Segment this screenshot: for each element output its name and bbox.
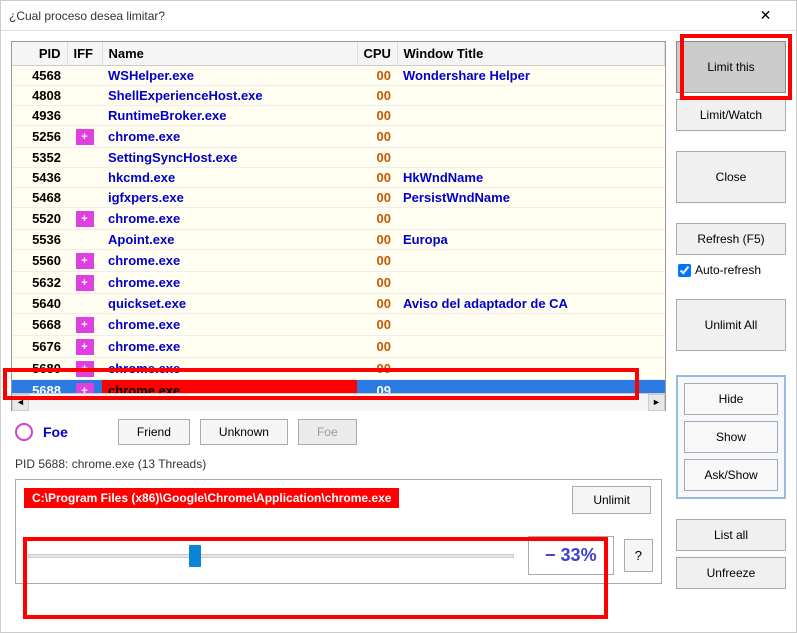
detail-panel: C:\Program Files (x86)\Google\Chrome\App… <box>15 479 662 584</box>
titlebar: ¿Cual proceso desea limitar? ✕ <box>1 1 796 31</box>
iff-plus-icon: + <box>76 339 94 355</box>
table-row[interactable]: 5256+chrome.exe00 <box>12 126 665 148</box>
limit-this-button[interactable]: Limit this <box>676 41 786 93</box>
table-row[interactable]: 4936RuntimeBroker.exe00 <box>12 106 665 126</box>
list-all-button[interactable]: List all <box>676 519 786 551</box>
help-button[interactable]: ? <box>624 539 653 572</box>
foe-indicator-icon <box>15 423 33 441</box>
iff-plus-icon: + <box>76 275 94 291</box>
table-row[interactable]: 5468igfxpers.exe00PersistWndName <box>12 188 665 208</box>
table-row[interactable]: 4568WSHelper.exe00Wondershare Helper <box>12 66 665 86</box>
window-title: ¿Cual proceso desea limitar? <box>9 9 743 23</box>
close-button[interactable]: Close <box>676 151 786 203</box>
close-icon[interactable]: ✕ <box>743 2 788 30</box>
unlimit-all-button[interactable]: Unlimit All <box>676 299 786 351</box>
limit-percent: − 33% <box>528 536 614 575</box>
table-row[interactable]: 5536Apoint.exe00Europa <box>12 230 665 250</box>
table-row[interactable]: 5560+chrome.exe00 <box>12 250 665 272</box>
table-row[interactable]: 5688+chrome.exe09 <box>12 380 665 394</box>
iff-plus-icon: + <box>76 383 94 393</box>
process-table: PID IFF Name CPU Window Title 4568WSHelp… <box>11 41 666 411</box>
unfreeze-button[interactable]: Unfreeze <box>676 557 786 589</box>
slider-thumb[interactable] <box>189 545 201 567</box>
iff-plus-icon: + <box>76 361 94 377</box>
table-row[interactable]: 5676+chrome.exe00 <box>12 336 665 358</box>
auto-refresh-checkbox[interactable]: Auto-refresh <box>676 261 786 279</box>
iff-plus-icon: + <box>76 129 94 145</box>
col-wtitle[interactable]: Window Title <box>397 42 665 66</box>
table-row[interactable]: 5668+chrome.exe00 <box>12 314 665 336</box>
refresh-button[interactable]: Refresh (F5) <box>676 223 786 255</box>
horizontal-scrollbar[interactable]: ◄ ► <box>12 393 665 410</box>
iff-plus-icon: + <box>76 211 94 227</box>
process-path: C:\Program Files (x86)\Google\Chrome\App… <box>24 488 399 508</box>
hide-button[interactable]: Hide <box>684 383 778 415</box>
scroll-left-icon[interactable]: ◄ <box>12 394 29 411</box>
col-cpu[interactable]: CPU <box>357 42 397 66</box>
iff-row: Foe Friend Unknown Foe <box>11 411 666 453</box>
iff-plus-icon: + <box>76 317 94 333</box>
table-row[interactable]: 4808ShellExperienceHost.exe00 <box>12 86 665 106</box>
col-name[interactable]: Name <box>102 42 357 66</box>
process-info-line: PID 5688: chrome.exe (13 Threads) <box>11 453 666 475</box>
col-pid[interactable]: PID <box>12 42 67 66</box>
table-row[interactable]: 5352SettingSyncHost.exe00 <box>12 148 665 168</box>
unlimit-button[interactable]: Unlimit <box>572 486 651 514</box>
iff-plus-icon: + <box>76 253 94 269</box>
side-panel: Limit this Limit/Watch Close Refresh (F5… <box>676 31 796 632</box>
show-button[interactable]: Show <box>684 421 778 453</box>
table-row[interactable]: 5640quickset.exe00Aviso del adaptador de… <box>12 294 665 314</box>
table-row[interactable]: 5680+chrome.exe00 <box>12 358 665 380</box>
table-row[interactable]: 5632+chrome.exe00 <box>12 272 665 294</box>
table-row[interactable]: 5520+chrome.exe00 <box>12 208 665 230</box>
col-iff[interactable]: IFF <box>67 42 102 66</box>
scroll-right-icon[interactable]: ► <box>648 394 665 411</box>
visibility-group: Hide Show Ask/Show <box>676 375 786 499</box>
friend-button[interactable]: Friend <box>118 419 190 445</box>
limit-watch-button[interactable]: Limit/Watch <box>676 99 786 131</box>
foe-label: Foe <box>43 424 68 440</box>
limit-slider[interactable] <box>28 554 514 558</box>
foe-button[interactable]: Foe <box>298 419 357 445</box>
unknown-button[interactable]: Unknown <box>200 419 288 445</box>
ask-show-button[interactable]: Ask/Show <box>684 459 778 491</box>
table-header-row: PID IFF Name CPU Window Title <box>12 42 665 66</box>
table-row[interactable]: 5436hkcmd.exe00HkWndName <box>12 168 665 188</box>
